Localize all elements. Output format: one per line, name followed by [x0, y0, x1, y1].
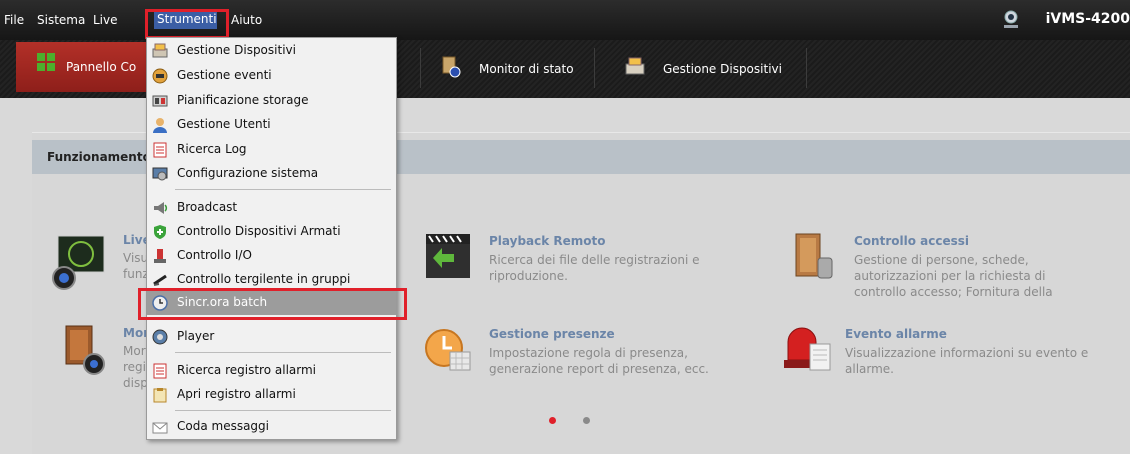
highlight-box-sincr-ora-batch	[138, 288, 407, 320]
menu-separator	[175, 352, 391, 353]
menu-item-ricerca-log[interactable]: Ricerca Log	[147, 138, 396, 162]
tab-monitor-label[interactable]: Monitor di stato	[479, 62, 574, 76]
menu-item-configurazione-sistema[interactable]: Configurazione sistema	[147, 162, 396, 186]
card-playback-title[interactable]: Playback Remoto	[489, 234, 606, 248]
menu-file[interactable]: File	[4, 13, 24, 27]
card-monitor-desc-1: Mor	[123, 344, 146, 358]
card-monitor-desc-3: disp	[123, 376, 148, 390]
system-config-icon	[152, 167, 168, 181]
pagination-dot[interactable]	[583, 417, 590, 424]
highlight-box-strumenti	[145, 9, 229, 39]
card-live-desc-1: Visu	[123, 251, 149, 265]
door-monitor-icon[interactable]	[62, 324, 110, 376]
alarm-log-open-icon	[153, 388, 167, 403]
card-playback-desc-2: riproduzione.	[489, 269, 568, 283]
card-monitor-desc-2: regi	[123, 360, 147, 374]
menu-item-pianificazione-storage[interactable]: Pianificazione storage	[147, 89, 396, 113]
card-accessi-desc-1: Gestione di persone, schede,	[854, 253, 1029, 267]
menu-separator	[175, 189, 391, 190]
card-presenze-desc-1: Impostazione regola di presenza,	[489, 346, 688, 360]
menu-separator	[175, 410, 391, 411]
card-accessi-title[interactable]: Controllo accessi	[854, 234, 969, 248]
section-title: Funzionamento	[47, 150, 151, 164]
card-accessi-desc-3: controllo accesso; Fornitura della	[854, 285, 1053, 299]
menu-item-gestione-utenti[interactable]: Gestione Utenti	[147, 113, 396, 137]
user-icon	[153, 118, 167, 133]
alarm-siren-icon[interactable]	[782, 322, 832, 374]
menu-item-gestione-eventi[interactable]: Gestione eventi	[147, 64, 396, 88]
menu-item-controllo-io[interactable]: Controllo I/O	[147, 244, 396, 268]
menu-item-player[interactable]: Player	[147, 325, 396, 349]
broadcast-icon	[154, 202, 168, 214]
grid-icon	[37, 53, 55, 71]
io-icon	[154, 249, 166, 263]
menu-item-ricerca-registro-allarmi[interactable]: Ricerca registro allarmi	[147, 359, 396, 383]
card-presenze-title[interactable]: Gestione presenze	[489, 327, 615, 341]
camera-logo-icon	[1004, 10, 1018, 28]
card-accessi-desc-2: autorizzazioni per la richiesta di	[854, 269, 1046, 283]
card-playback-desc-1: Ricerca dei file delle registrazioni e	[489, 253, 700, 267]
message-queue-icon	[152, 422, 168, 434]
wiper-icon	[153, 274, 167, 286]
player-icon	[152, 329, 168, 345]
menu-aiuto[interactable]: Aiuto	[231, 13, 262, 27]
tab-divider	[594, 48, 595, 88]
device-icon	[152, 43, 168, 58]
menu-item-gestione-dispositivi[interactable]: Gestione Dispositivi	[147, 39, 396, 63]
strumenti-dropdown-menu: Gestione Dispositivi Gestione eventi Pia…	[146, 37, 397, 440]
status-monitor-icon	[442, 56, 461, 78]
tab-divider	[420, 48, 421, 88]
pagination-dot-active[interactable]	[549, 417, 556, 424]
live-view-icon[interactable]	[48, 234, 108, 290]
access-control-icon[interactable]	[790, 232, 838, 284]
tab-pannello-label: Pannello Co	[66, 60, 137, 74]
card-live-desc-2: funz	[123, 267, 149, 281]
menu-live[interactable]: Live	[93, 13, 118, 27]
card-presenze-desc-2: generazione report di presenza, ecc.	[489, 362, 709, 376]
card-allarme-desc-2: allarme.	[845, 362, 894, 376]
storage-icon	[152, 95, 168, 107]
event-icon	[152, 68, 168, 84]
menu-item-broadcast[interactable]: Broadcast	[147, 196, 396, 220]
alarm-log-search-icon	[153, 363, 167, 379]
card-allarme-desc-1: Visualizzazione informazioni su evento e	[845, 346, 1089, 360]
card-allarme-title[interactable]: Evento allarme	[845, 327, 947, 341]
brand-title: iVMS-4200	[1045, 11, 1130, 27]
device-icon	[625, 57, 645, 75]
tab-divider	[806, 48, 807, 88]
attendance-icon[interactable]	[424, 326, 472, 374]
menu-sistema[interactable]: Sistema	[37, 13, 85, 27]
menu-item-coda-messaggi[interactable]: Coda messaggi	[147, 415, 396, 439]
tab-dispositivi-label[interactable]: Gestione Dispositivi	[663, 62, 782, 76]
menu-item-controllo-dispositivi-armati[interactable]: Controllo Dispositivi Armati	[147, 220, 396, 244]
armed-shield-icon	[154, 225, 166, 239]
log-search-icon	[153, 142, 167, 158]
playback-icon[interactable]	[424, 232, 472, 282]
menu-item-apri-registro-allarmi[interactable]: Apri registro allarmi	[147, 383, 396, 407]
